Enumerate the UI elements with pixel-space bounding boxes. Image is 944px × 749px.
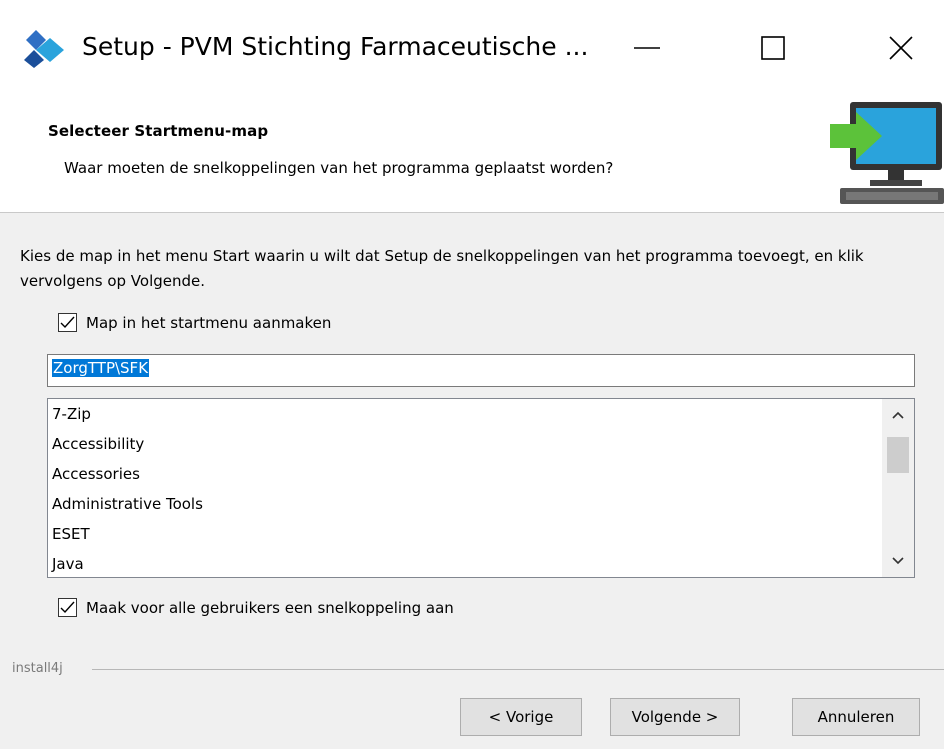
folder-list-items: 7-Zip Accessibility Accessories Administrat… xyxy=(48,399,882,577)
cancel-button[interactable]: Annuleren xyxy=(792,698,920,736)
vertical-scrollbar[interactable] xyxy=(882,399,914,577)
list-item[interactable]: Accessories xyxy=(48,459,882,489)
scroll-down-button[interactable] xyxy=(882,545,914,577)
checkbox-label: Maak voor alle gebruikers een snelkoppel… xyxy=(86,598,454,617)
list-item[interactable]: Administrative Tools xyxy=(48,489,882,519)
startmenu-folder-list[interactable]: 7-Zip Accessibility Accessories Administrat… xyxy=(47,398,915,578)
checkbox-box[interactable] xyxy=(58,313,77,332)
close-icon xyxy=(889,36,913,60)
checkbox-label: Map in het startmenu aanmaken xyxy=(86,313,332,332)
separator-line xyxy=(92,669,944,670)
previous-button[interactable]: < Vorige xyxy=(460,698,582,736)
title-bar: Setup - PVM Stichting Farmaceutische ... xyxy=(0,0,944,96)
scroll-up-button[interactable] xyxy=(882,399,914,431)
brand-label: install4j xyxy=(12,660,69,678)
next-button[interactable]: Volgende > xyxy=(610,698,740,736)
chevron-up-icon xyxy=(892,411,904,419)
instructions-text: Kies de map in het menu Start waarin u w… xyxy=(20,247,864,290)
page-title: Selecteer Startmenu-map xyxy=(48,122,269,140)
maximize-icon xyxy=(761,36,785,60)
maximize-button[interactable] xyxy=(738,20,808,76)
chevron-down-icon xyxy=(892,557,904,565)
app-logo-icon xyxy=(24,30,64,68)
close-button[interactable] xyxy=(866,20,936,76)
scroll-thumb[interactable] xyxy=(887,437,909,473)
list-item[interactable]: Java xyxy=(48,549,882,577)
list-item[interactable]: 7-Zip xyxy=(48,399,882,429)
checkmark-icon xyxy=(60,601,75,614)
page-subtitle: Waar moeten de snelkoppelingen van het p… xyxy=(64,159,614,177)
checkbox-box[interactable] xyxy=(58,598,77,617)
checkmark-icon xyxy=(60,316,75,329)
wizard-header: Selecteer Startmenu-map Waar moeten de s… xyxy=(0,96,944,213)
window-title: Setup - PVM Stichting Farmaceutische ... xyxy=(82,32,589,61)
create-startmenu-folder-checkbox[interactable]: Map in het startmenu aanmaken xyxy=(58,313,331,332)
all-users-shortcut-checkbox[interactable]: Maak voor alle gebruikers een snelkoppel… xyxy=(58,598,454,617)
list-item[interactable]: ESET xyxy=(48,519,882,549)
minimize-icon xyxy=(634,47,660,49)
branding-separator: install4j xyxy=(0,660,944,680)
computer-install-arrow-icon xyxy=(830,102,944,204)
folder-name-input[interactable]: ZorgTTP\SFK xyxy=(47,354,915,387)
minimize-button[interactable] xyxy=(612,20,682,76)
folder-name-value: ZorgTTP\SFK xyxy=(52,359,150,377)
list-item[interactable]: Accessibility xyxy=(48,429,882,459)
